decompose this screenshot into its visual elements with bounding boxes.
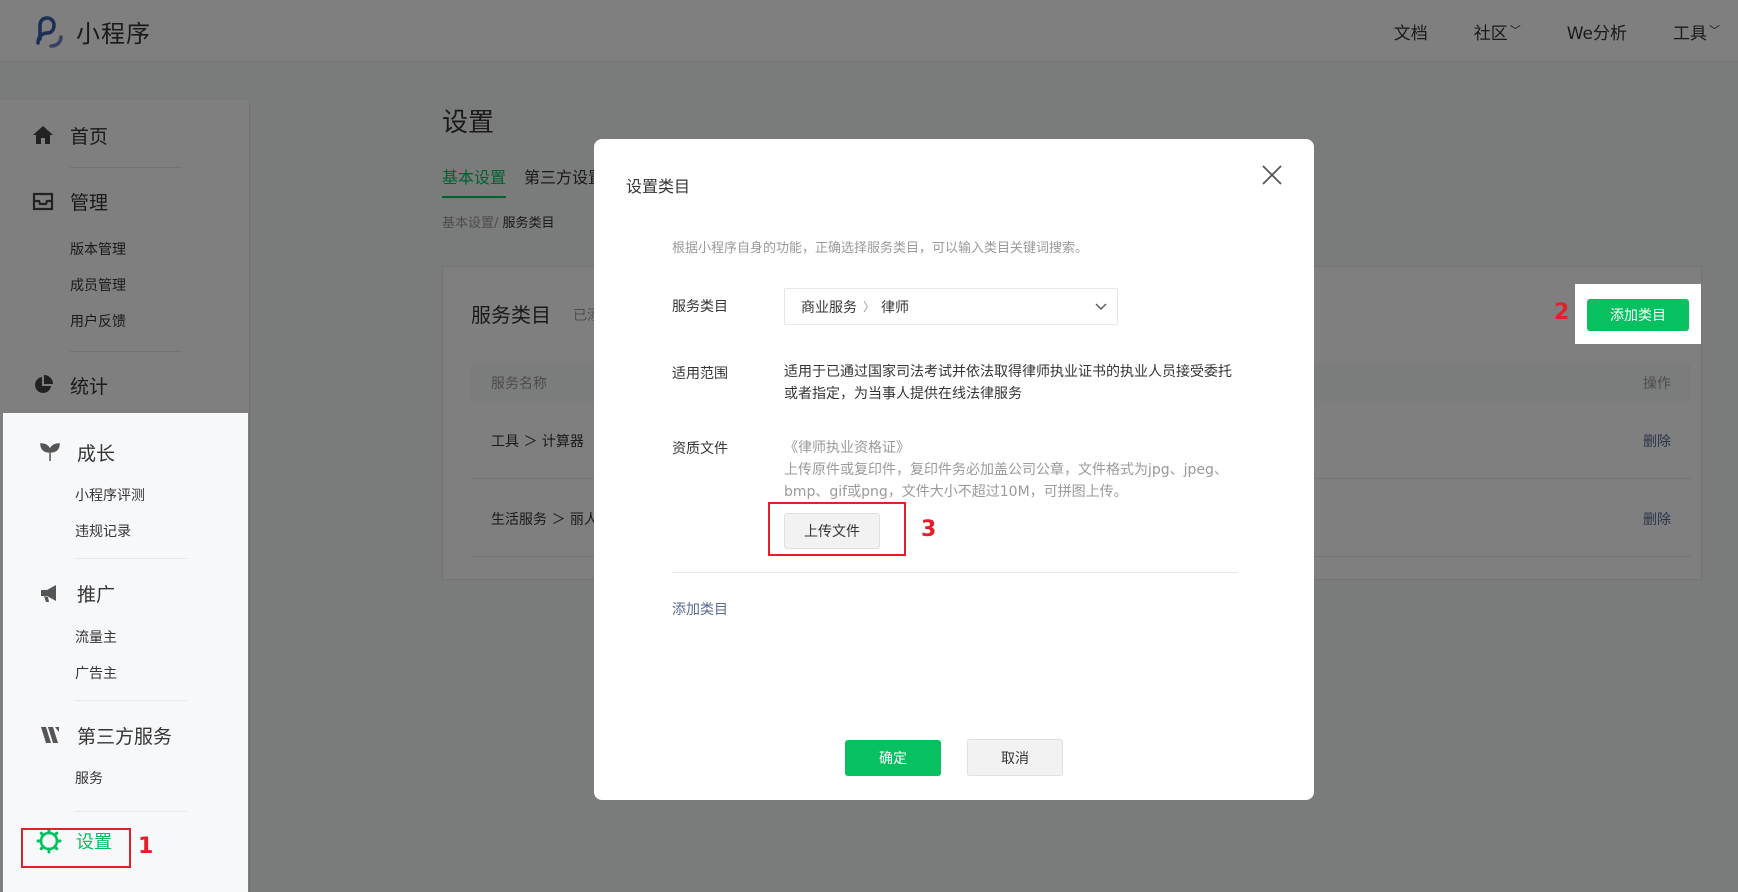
category-select[interactable]: 商业服务 〉 律师 xyxy=(784,288,1118,325)
sidebar-sub-evaluation[interactable]: 小程序评测 xyxy=(3,478,248,514)
sidebar-item-growth[interactable]: 成长 xyxy=(3,435,253,469)
annotation-number-3: 3 xyxy=(921,517,937,542)
document-title: 《律师执业资格证》 xyxy=(784,440,910,456)
label-service-category: 服务类目 xyxy=(672,299,728,315)
add-category-highlight: 添加类目 xyxy=(1575,284,1701,344)
select-level2: 律师 xyxy=(881,299,910,316)
label-scope: 适用范围 xyxy=(672,366,728,382)
set-category-dialog: 设置类目 根据小程序自身的功能，正确选择服务类目，可以输入类目关键词搜索。 服务… xyxy=(594,139,1314,800)
scope-text: 适用于已通过国家司法考试并依法取得律师执业证书的执业人员接受委托或者指定，为当事… xyxy=(784,364,1232,402)
annotation-number-1: 1 xyxy=(138,834,154,859)
close-icon[interactable] xyxy=(1260,163,1284,187)
add-category-button[interactable]: 添加类目 xyxy=(1587,299,1689,331)
chevron-down-icon xyxy=(1095,303,1107,310)
sidebar-item-label: 推广 xyxy=(77,583,116,606)
divider xyxy=(75,700,187,701)
megaphone-icon xyxy=(39,582,61,604)
sidebar-sub-services[interactable]: 服务 xyxy=(3,761,248,797)
dialog-hint: 根据小程序自身的功能，正确选择服务类目，可以输入类目关键词搜索。 xyxy=(672,241,1089,256)
sidebar-highlight: 成长 小程序评测 违规记录 推广 流量主 广告主 第三方服务 服务 xyxy=(3,413,248,892)
annotation-box-3 xyxy=(768,502,906,556)
dialog-title: 设置类目 xyxy=(626,177,691,196)
divider xyxy=(75,558,187,559)
document-description: 上传原件或复印件，复印件务必加盖公司公章，文件格式为jpg、jpeg、bmp、g… xyxy=(784,462,1228,500)
sidebar-item-label: 第三方服务 xyxy=(77,725,173,748)
annotation-number-2: 2 xyxy=(1554,300,1570,325)
sidebar-item-label: 成长 xyxy=(77,442,116,465)
chevron-right-icon: 〉 xyxy=(863,300,876,314)
third-party-icon xyxy=(39,724,61,746)
sidebar-item-promote[interactable]: 推广 xyxy=(3,576,253,610)
sidebar-sub-publisher[interactable]: 流量主 xyxy=(3,620,248,656)
label-documents: 资质文件 xyxy=(672,441,728,457)
sidebar-item-thirdparty[interactable]: 第三方服务 xyxy=(3,718,253,752)
sidebar-sub-advertiser[interactable]: 广告主 xyxy=(3,656,248,692)
sidebar-sub-violations[interactable]: 违规记录 xyxy=(3,514,248,550)
confirm-button[interactable]: 确定 xyxy=(845,740,941,776)
divider xyxy=(75,811,187,812)
sprout-icon xyxy=(39,441,61,463)
select-level1: 商业服务 xyxy=(801,299,857,316)
annotation-box-1 xyxy=(21,828,131,868)
cancel-button[interactable]: 取消 xyxy=(967,739,1063,776)
add-category-link[interactable]: 添加类目 xyxy=(672,599,728,619)
divider xyxy=(672,572,1238,573)
